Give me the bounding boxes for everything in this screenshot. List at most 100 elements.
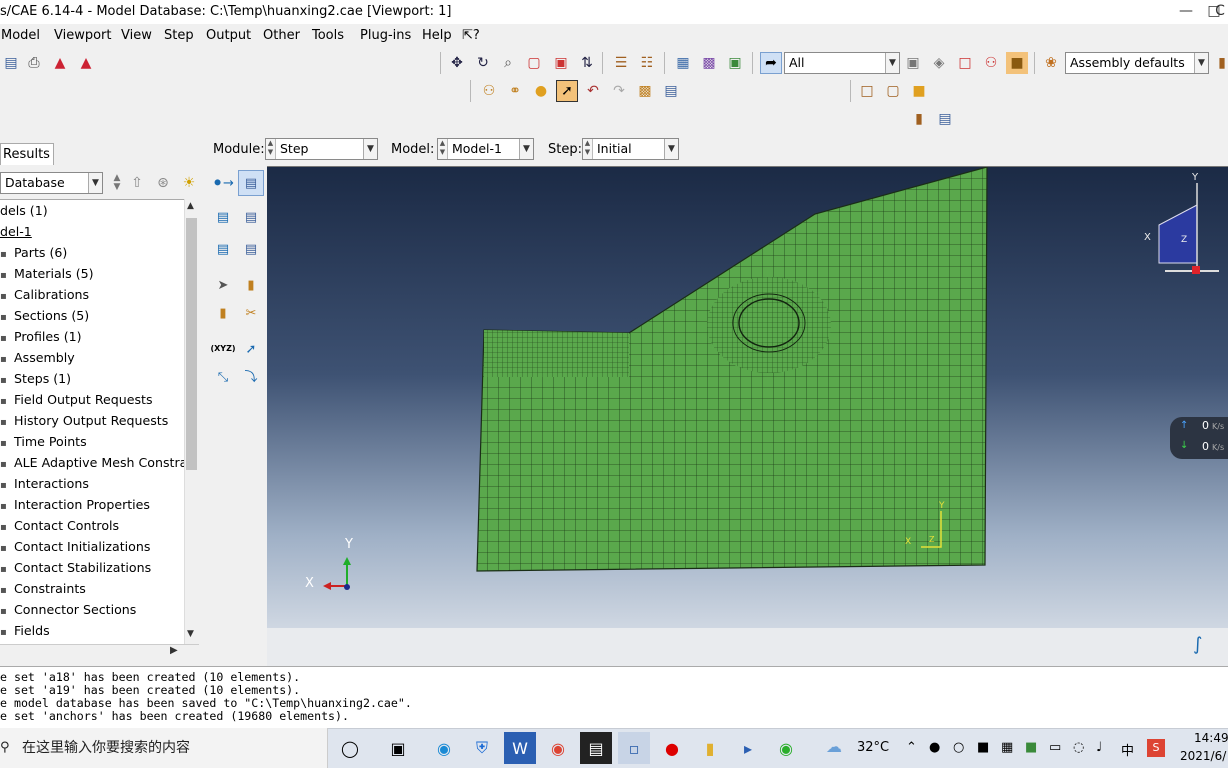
folder-up-icon[interactable]: ⇧ — [126, 172, 148, 194]
selection-options-icon[interactable]: ◈ — [928, 52, 950, 74]
tree-item-contact-initializations[interactable]: ▪ Contact Initializations — [0, 536, 150, 557]
tree-item-calibrations[interactable]: ▪ Calibrations — [0, 284, 89, 305]
qq-icon[interactable]: ○ — [953, 740, 964, 755]
datum-point-icon[interactable]: (XYZ) — [210, 336, 236, 362]
selection-tools-icon[interactable]: ⚇ — [980, 52, 1002, 74]
clock-time[interactable]: 14:49 — [1194, 731, 1228, 745]
wechat-icon[interactable]: ◉ — [770, 732, 802, 764]
display-group-icon[interactable]: ▮ — [1211, 52, 1228, 74]
wps-icon[interactable]: S — [1147, 739, 1165, 757]
parallel-icon[interactable]: ☷ — [636, 52, 658, 74]
attributes-icon[interactable]: ▮ — [908, 108, 930, 130]
boolean-intersect-icon[interactable]: ⚭ — [504, 80, 526, 102]
scroll-down-icon[interactable]: ▼ — [187, 629, 194, 639]
network-speed-widget[interactable]: ↑ 0 K/s ↓ 0 K/s — [1170, 417, 1228, 459]
tree-scrollbar-thumb[interactable] — [186, 218, 197, 470]
security-shield-icon[interactable]: ⛨ — [466, 732, 498, 764]
module-select[interactable]: ▲ ▼ Step ▼ — [265, 138, 378, 160]
scroll-up-icon[interactable]: ▲ — [187, 201, 194, 211]
import-icon[interactable]: ▲ — [75, 52, 97, 74]
close-button[interactable]: C — [1212, 0, 1228, 24]
view-solid-icon[interactable]: ■ — [908, 80, 930, 102]
tray-app-icon[interactable]: ▦ — [1001, 740, 1013, 755]
tree-item-profiles[interactable]: ▪ Profiles (1) — [0, 326, 82, 347]
tree-item-constraints[interactable]: ▪ Constraints — [0, 578, 86, 599]
print-icon[interactable]: ⎙ — [23, 52, 45, 74]
export-icon[interactable]: ▲ — [49, 52, 71, 74]
tree-item-sections[interactable]: ▪ Sections (5) — [0, 305, 89, 326]
tree-item-ale-mesh[interactable]: ▪ ALE Adaptive Mesh Constrair — [0, 452, 184, 473]
menu-viewport[interactable]: Viewport — [54, 28, 112, 43]
word-icon[interactable]: W — [504, 732, 536, 764]
general-solution-icon[interactable]: ▮ — [210, 300, 236, 326]
shaded-icon[interactable]: ▣ — [724, 52, 746, 74]
viewport[interactable]: Y X X Y Z Y X Z — [267, 166, 1228, 628]
nvidia-icon[interactable]: ■ — [1025, 740, 1037, 755]
tree-item-interactions[interactable]: ▪ Interactions — [0, 473, 89, 494]
tree-item-model-1[interactable]: del-1 — [0, 221, 32, 242]
wifi-icon[interactable]: ◌ — [1073, 740, 1084, 755]
tree-item-contact-stabilizations[interactable]: ▪ Contact Stabilizations — [0, 557, 151, 578]
edge-icon[interactable]: ◉ — [428, 732, 460, 764]
menu-model[interactable]: Model — [1, 28, 40, 43]
spinner-icon[interactable]: ▲ ▼ — [106, 172, 128, 194]
menu-plugins[interactable]: Plug-ins — [360, 28, 411, 43]
tree-item-interaction-properties[interactable]: ▪ Interaction Properties — [0, 494, 150, 515]
adaptive-mesh-icon[interactable]: ➤ — [210, 272, 236, 298]
menu-tools[interactable]: Tools — [312, 28, 344, 43]
tree-horizontal-scrollbar[interactable]: ▶ — [0, 644, 199, 659]
visual-studio-icon[interactable]: ▸ — [732, 732, 764, 764]
solver-controls-icon[interactable]: ✂ — [238, 300, 264, 326]
task-view-icon[interactable]: ▣ — [382, 732, 414, 764]
history-output-create-icon[interactable]: ▤ — [210, 236, 236, 262]
view-front-icon[interactable]: □ — [856, 80, 878, 102]
tree-item-steps[interactable]: ▪ Steps (1) — [0, 368, 71, 389]
selection-filter-select[interactable]: All ▼ — [784, 52, 900, 74]
perspective-icon[interactable]: ☰ — [610, 52, 632, 74]
create-step-icon[interactable]: ⚫→ — [210, 170, 236, 196]
drag-shape-icon[interactable]: □ — [954, 52, 976, 74]
tree-item-time-points[interactable]: ▪ Time Points — [0, 431, 87, 452]
chrome-icon[interactable]: ◉ — [542, 732, 574, 764]
auto-fit-icon[interactable]: ▣ — [550, 52, 572, 74]
tree-item-contact-controls[interactable]: ▪ Contact Controls — [0, 515, 119, 536]
lightbulb-icon[interactable]: ☀ — [178, 172, 200, 194]
menu-step[interactable]: Step — [164, 28, 194, 43]
taskbar-search-input[interactable]: ⚲ 在这里输入你要搜索的内容 — [0, 728, 328, 768]
menu-other[interactable]: Other — [263, 28, 300, 43]
battery-icon[interactable]: ▭ — [1049, 740, 1061, 755]
datum-axis-icon[interactable]: ➚ — [238, 336, 264, 362]
tray-chevron-up-icon[interactable]: ⌃ — [906, 740, 917, 755]
cycle-views-icon[interactable]: ⇅ — [576, 52, 598, 74]
assembly-display-select[interactable]: Assembly defaults ▼ — [1065, 52, 1209, 74]
scroll-right-icon[interactable]: ▶ — [170, 645, 178, 656]
field-output-manager-icon[interactable]: ▤ — [238, 204, 264, 230]
tab-results[interactable]: Results — [0, 143, 54, 165]
menu-view[interactable]: View — [121, 28, 152, 43]
datum-csys-icon[interactable]: ⤵ — [238, 364, 264, 390]
tree-item-materials[interactable]: ▪ Materials (5) — [0, 263, 94, 284]
tree-item-parts[interactable]: ▪ Parts (6) — [0, 242, 67, 263]
undo-icon[interactable]: ↶ — [582, 80, 604, 102]
pan-icon[interactable]: ✥ — [446, 52, 468, 74]
tray-app-icon[interactable]: ■ — [977, 740, 989, 755]
microphone-icon[interactable]: ● — [929, 740, 940, 755]
history-output-manager-icon[interactable]: ▤ — [238, 236, 264, 262]
tree-item-assembly[interactable]: ▪ Assembly — [0, 347, 75, 368]
step-select[interactable]: ▲ ▼ Initial ▼ — [582, 138, 679, 160]
query-icon[interactable]: ➚ — [556, 80, 578, 102]
file-explorer-icon[interactable]: ▮ — [694, 732, 726, 764]
ime-indicator[interactable]: 中 — [1121, 740, 1134, 759]
field-output-create-icon[interactable]: ▤ — [210, 204, 236, 230]
menu-output[interactable]: Output — [206, 28, 251, 43]
filter-icon[interactable]: ⊛ — [152, 172, 174, 194]
wireframe-icon[interactable]: ▦ — [672, 52, 694, 74]
database-select[interactable]: Database ▼ — [0, 172, 103, 194]
color-code-icon[interactable]: ❀ — [1040, 52, 1062, 74]
manager-icon[interactable]: ▤ — [660, 80, 682, 102]
select-from-list-icon[interactable]: ▣ — [902, 52, 924, 74]
weather-temperature[interactable]: 32°C — [857, 740, 889, 755]
tree-item-connector-sections[interactable]: ▪ Connector Sections — [0, 599, 136, 620]
tree-item-models[interactable]: dels (1) — [0, 200, 48, 221]
zoom-icon[interactable]: ⌕ — [497, 52, 519, 74]
